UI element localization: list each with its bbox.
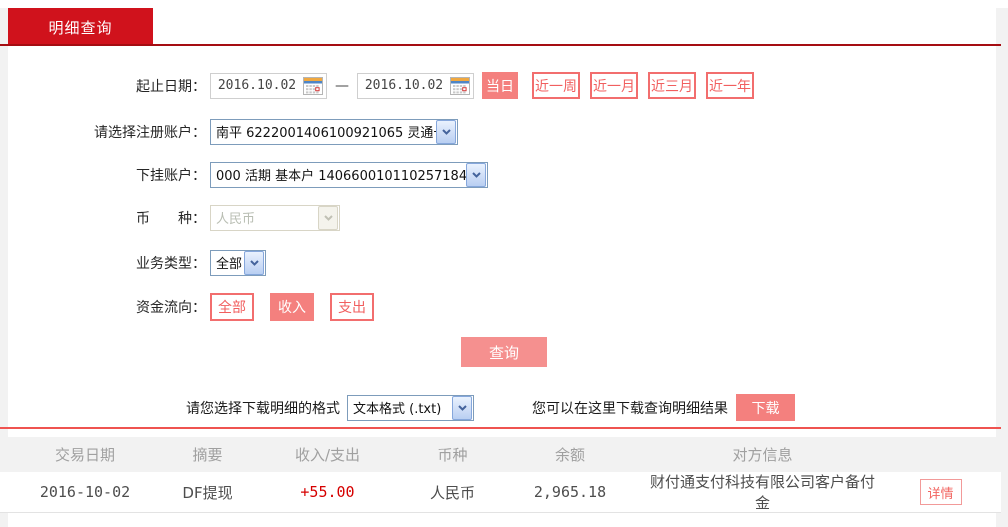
cell-trade-date: 2016-10-02 <box>39 483 131 501</box>
date-range-row: 起止日期： 2016.10.02 — 2016.10.02 当日 近一周 近一月… <box>8 72 996 99</box>
calendar-icon[interactable] <box>450 76 470 95</box>
cell-summary: DF提现 <box>182 483 233 502</box>
header-trade-date: 交易日期 <box>54 446 115 464</box>
download-format-value: 文本格式 (.txt) <box>353 402 442 417</box>
fund-flow-row: 资金流向： 全部 收入 支出 <box>8 292 996 321</box>
start-date-value[interactable]: 2016.10.02 <box>211 78 303 93</box>
register-account-select[interactable]: 南平 6222001406100921065 灵通卡 <box>210 118 458 145</box>
calendar-icon[interactable] <box>303 76 323 95</box>
business-type-select[interactable]: 全部 <box>210 249 266 276</box>
table-row: 2016-10-02 DF提现 +55.00 人民币 2,965.18 财付通支… <box>0 472 1001 513</box>
detail-query-page: 明细查询 起止日期： 2016.10.02 — 2016.10.02 当日 近一… <box>0 0 1008 527</box>
linked-account-row: 下挂账户： 000 活期 基本户 1406600101102571848 <box>8 161 996 188</box>
currency-label: 币 种： <box>136 210 206 227</box>
chevron-down-icon[interactable] <box>244 250 264 275</box>
register-account-value: 南平 6222001406100921065 灵通卡 <box>216 126 436 141</box>
table-top-divider <box>0 427 1001 429</box>
download-format-select[interactable]: 文本格式 (.txt) <box>347 394 474 421</box>
chevron-down-icon[interactable] <box>466 162 486 187</box>
currency-row: 币 种： 人民币 <box>8 204 996 231</box>
quick-range-month-button[interactable]: 近一月 <box>590 72 638 99</box>
chevron-down-icon <box>318 205 338 230</box>
start-date-input[interactable]: 2016.10.02 <box>210 72 327 99</box>
download-hint: 您可以在这里下载查询明细结果 <box>532 400 728 417</box>
business-type-value: 全部 <box>216 257 243 272</box>
cell-balance: 2,965.18 <box>533 483 607 501</box>
register-account-row: 请选择注册账户： 南平 6222001406100921065 灵通卡 <box>8 118 996 145</box>
end-date-input[interactable]: 2016.10.02 <box>357 72 474 99</box>
header-income-expense: 收入/支出 <box>294 446 361 464</box>
header-counterparty: 对方信息 <box>732 446 793 464</box>
fund-flow-expense-button[interactable]: 支出 <box>330 292 374 321</box>
download-row: 请您选择下载明细的格式 文本格式 (.txt) 您可以在这里下载查询明细结果 下… <box>8 394 996 421</box>
linked-account-select[interactable]: 000 活期 基本户 1406600101102571848 <box>210 161 488 188</box>
cell-currency: 人民币 <box>429 483 475 502</box>
cell-counterparty: 财付通支付科技有限公司客户备付金 <box>649 473 875 512</box>
tab-underline <box>0 44 1001 46</box>
header-summary: 摘要 <box>192 446 223 464</box>
quick-range-quarter-button[interactable]: 近三月 <box>648 72 696 99</box>
currency-select: 人民币 <box>210 204 340 231</box>
query-button[interactable]: 查询 <box>461 337 547 367</box>
quick-range-week-button[interactable]: 近一周 <box>532 72 580 99</box>
quick-range-today-button[interactable]: 当日 <box>482 72 518 99</box>
fund-flow-all-button[interactable]: 全部 <box>210 292 254 321</box>
linked-account-label: 下挂账户： <box>136 167 206 184</box>
result-table: 交易日期 摘要 收入/支出 币种 余额 对方信息 2016-10-02 DF提现… <box>0 427 1001 513</box>
chevron-down-icon[interactable] <box>436 119 456 144</box>
cell-amount: +55.00 <box>300 483 355 501</box>
linked-account-value: 000 活期 基本户 1406600101102571848 <box>216 169 466 184</box>
currency-value: 人民币 <box>216 212 256 227</box>
end-date-value[interactable]: 2016.10.02 <box>358 78 450 93</box>
table-header-row: 交易日期 摘要 收入/支出 币种 余额 对方信息 <box>0 437 1001 472</box>
detail-button[interactable]: 详情 <box>919 479 962 505</box>
date-separator: — <box>335 77 349 94</box>
register-account-label: 请选择注册账户： <box>94 124 206 141</box>
business-type-row: 业务类型： 全部 <box>8 249 996 276</box>
chevron-down-icon[interactable] <box>452 395 472 420</box>
download-button[interactable]: 下载 <box>736 394 795 421</box>
detail-query-panel: 明细查询 起止日期： 2016.10.02 — 2016.10.02 当日 近一… <box>0 8 1001 527</box>
fund-flow-income-button[interactable]: 收入 <box>270 292 314 321</box>
header-currency: 币种 <box>437 446 468 464</box>
header-balance: 余额 <box>554 446 585 464</box>
tab-detail-query[interactable]: 明细查询 <box>8 8 153 46</box>
fund-flow-label: 资金流向： <box>136 299 206 316</box>
date-range-label: 起止日期： <box>136 78 206 95</box>
quick-range-year-button[interactable]: 近一年 <box>706 72 754 99</box>
business-type-label: 业务类型： <box>136 255 206 272</box>
download-format-label: 请您选择下载明细的格式 <box>186 400 340 417</box>
